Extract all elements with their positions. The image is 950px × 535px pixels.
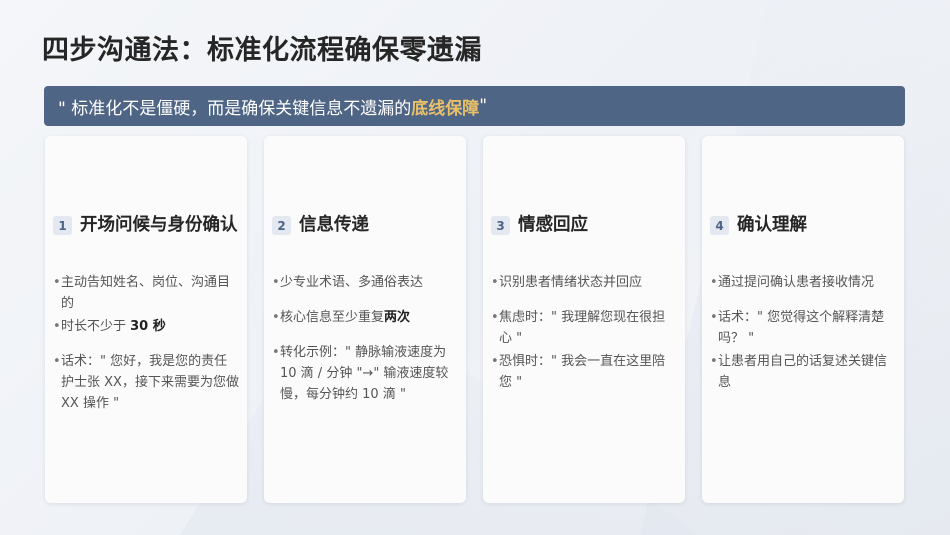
bullet-point: • 话术：" 您好，我是您的责任护士张 XX，接下来需要为您做 XX 操作 " xyxy=(53,351,239,414)
step-title: 信息传递 xyxy=(299,215,369,235)
quote-banner: " 标准化不是僵硬，而是确保关键信息不遗漏的 底线保障 " xyxy=(44,86,905,126)
step-card-header: 3 情感回应 xyxy=(491,214,677,236)
step-title: 确认理解 xyxy=(737,215,807,235)
bullet-icon: • xyxy=(53,319,61,334)
bullet-emphasis: 两次 xyxy=(384,310,411,325)
bullet-icon: • xyxy=(710,275,718,290)
step-title: 情感回应 xyxy=(518,215,588,235)
bullet-text: 话术：" 您好，我是您的责任护士张 XX，接下来需要为您做 XX 操作 " xyxy=(61,354,239,411)
bullet-text: 让患者用自己的话复述关键信息 xyxy=(718,354,888,390)
bullet-icon: • xyxy=(491,310,499,325)
step-number-badge: 2 xyxy=(272,216,291,235)
bullet-point: • 焦虑时：" 我理解您现在很担心 " xyxy=(491,307,677,349)
bullet-point: • 核心信息至少重复两次 xyxy=(272,307,458,328)
bullet-text: 主动告知姓名、岗位、沟通目的 xyxy=(61,275,231,311)
bullet-icon: • xyxy=(491,275,499,290)
bullet-point: • 少专业术语、多通俗表达 xyxy=(272,272,458,293)
step-card-1: 1 开场问候与身份确认 • 主动告知姓名、岗位、沟通目的 • 时长不少于 30 … xyxy=(45,136,247,503)
step-points: • 识别患者情绪状态并回应 • 焦虑时：" 我理解您现在很担心 " • 恐惧时：… xyxy=(491,272,677,395)
bullet-icon: • xyxy=(53,354,61,369)
bullet-point: • 转化示例：" 静脉输液速度为 10 滴 / 分钟 "→" 输液速度较慢，每分… xyxy=(272,342,458,405)
step-card-4: 4 确认理解 • 通过提问确认患者接收情况 • 话术：" 您觉得这个解释清楚吗？… xyxy=(702,136,904,503)
bullet-icon: • xyxy=(710,310,718,325)
bullet-point: • 时长不少于 30 秒 xyxy=(53,316,239,337)
bullet-text: 恐惧时：" 我会一直在这里陪您 " xyxy=(499,354,666,390)
bullet-text: 话术：" 您觉得这个解释清楚吗？ " xyxy=(718,310,885,346)
bullet-icon: • xyxy=(272,345,280,360)
banner-text: " 标准化不是僵硬，而是确保关键信息不遗漏的 xyxy=(58,98,412,119)
step-card-2: 2 信息传递 • 少专业术语、多通俗表达 • 核心信息至少重复两次 • 转化示例… xyxy=(264,136,466,503)
bullet-point: • 通过提问确认患者接收情况 xyxy=(710,272,896,293)
banner-highlight: 底线保障 xyxy=(411,98,480,119)
bullet-point: • 让患者用自己的话复述关键信息 xyxy=(710,351,896,393)
step-points: • 主动告知姓名、岗位、沟通目的 • 时长不少于 30 秒 • 话术：" 您好，… xyxy=(53,272,239,416)
step-card-header: 2 信息传递 xyxy=(272,214,458,236)
step-card-header: 4 确认理解 xyxy=(710,214,896,236)
bullet-point: • 主动告知姓名、岗位、沟通目的 xyxy=(53,272,239,314)
bullet-text: 焦虑时：" 我理解您现在很担心 " xyxy=(499,310,666,346)
bullet-text-part: 核心信息至少重复 xyxy=(280,310,385,325)
step-number-badge: 4 xyxy=(710,216,729,235)
bullet-text: 少专业术语、多通俗表达 xyxy=(280,275,424,290)
bullet-point: • 话术：" 您觉得这个解释清楚吗？ " xyxy=(710,307,896,349)
bullet-point: • 恐惧时：" 我会一直在这里陪您 " xyxy=(491,351,677,393)
bullet-text: 转化示例：" 静脉输液速度为 10 滴 / 分钟 "→" 输液速度较慢，每分钟约… xyxy=(280,345,449,402)
bullet-icon: • xyxy=(53,275,61,290)
bullet-text: 识别患者情绪状态并回应 xyxy=(499,275,643,290)
step-card-header: 1 开场问候与身份确认 xyxy=(53,214,239,236)
step-number-badge: 1 xyxy=(53,216,72,235)
bullet-text: 通过提问确认患者接收情况 xyxy=(718,275,875,290)
bullet-icon: • xyxy=(272,310,280,325)
step-title: 开场问候与身份确认 xyxy=(80,215,238,235)
bullet-point: • 识别患者情绪状态并回应 xyxy=(491,272,677,293)
bullet-text: 核心信息至少重复两次 xyxy=(280,307,458,328)
bullet-text-part: 时长不少于 xyxy=(61,319,131,334)
step-number-badge: 3 xyxy=(491,216,510,235)
bullet-icon: • xyxy=(710,354,718,369)
bullet-icon: • xyxy=(272,275,280,290)
page-title: 四步沟通法：标准化流程确保零遗漏 xyxy=(42,35,482,66)
step-cards: 1 开场问候与身份确认 • 主动告知姓名、岗位、沟通目的 • 时长不少于 30 … xyxy=(45,136,904,503)
banner-suffix: " xyxy=(479,96,488,116)
step-points: • 少专业术语、多通俗表达 • 核心信息至少重复两次 • 转化示例：" 静脉输液… xyxy=(272,272,458,407)
bullet-text: 时长不少于 30 秒 xyxy=(61,316,239,337)
bullet-icon: • xyxy=(491,354,499,369)
step-points: • 通过提问确认患者接收情况 • 话术：" 您觉得这个解释清楚吗？ " • 让患… xyxy=(710,272,896,395)
step-card-3: 3 情感回应 • 识别患者情绪状态并回应 • 焦虑时：" 我理解您现在很担心 "… xyxy=(483,136,685,503)
bullet-emphasis: 30 秒 xyxy=(130,319,166,334)
